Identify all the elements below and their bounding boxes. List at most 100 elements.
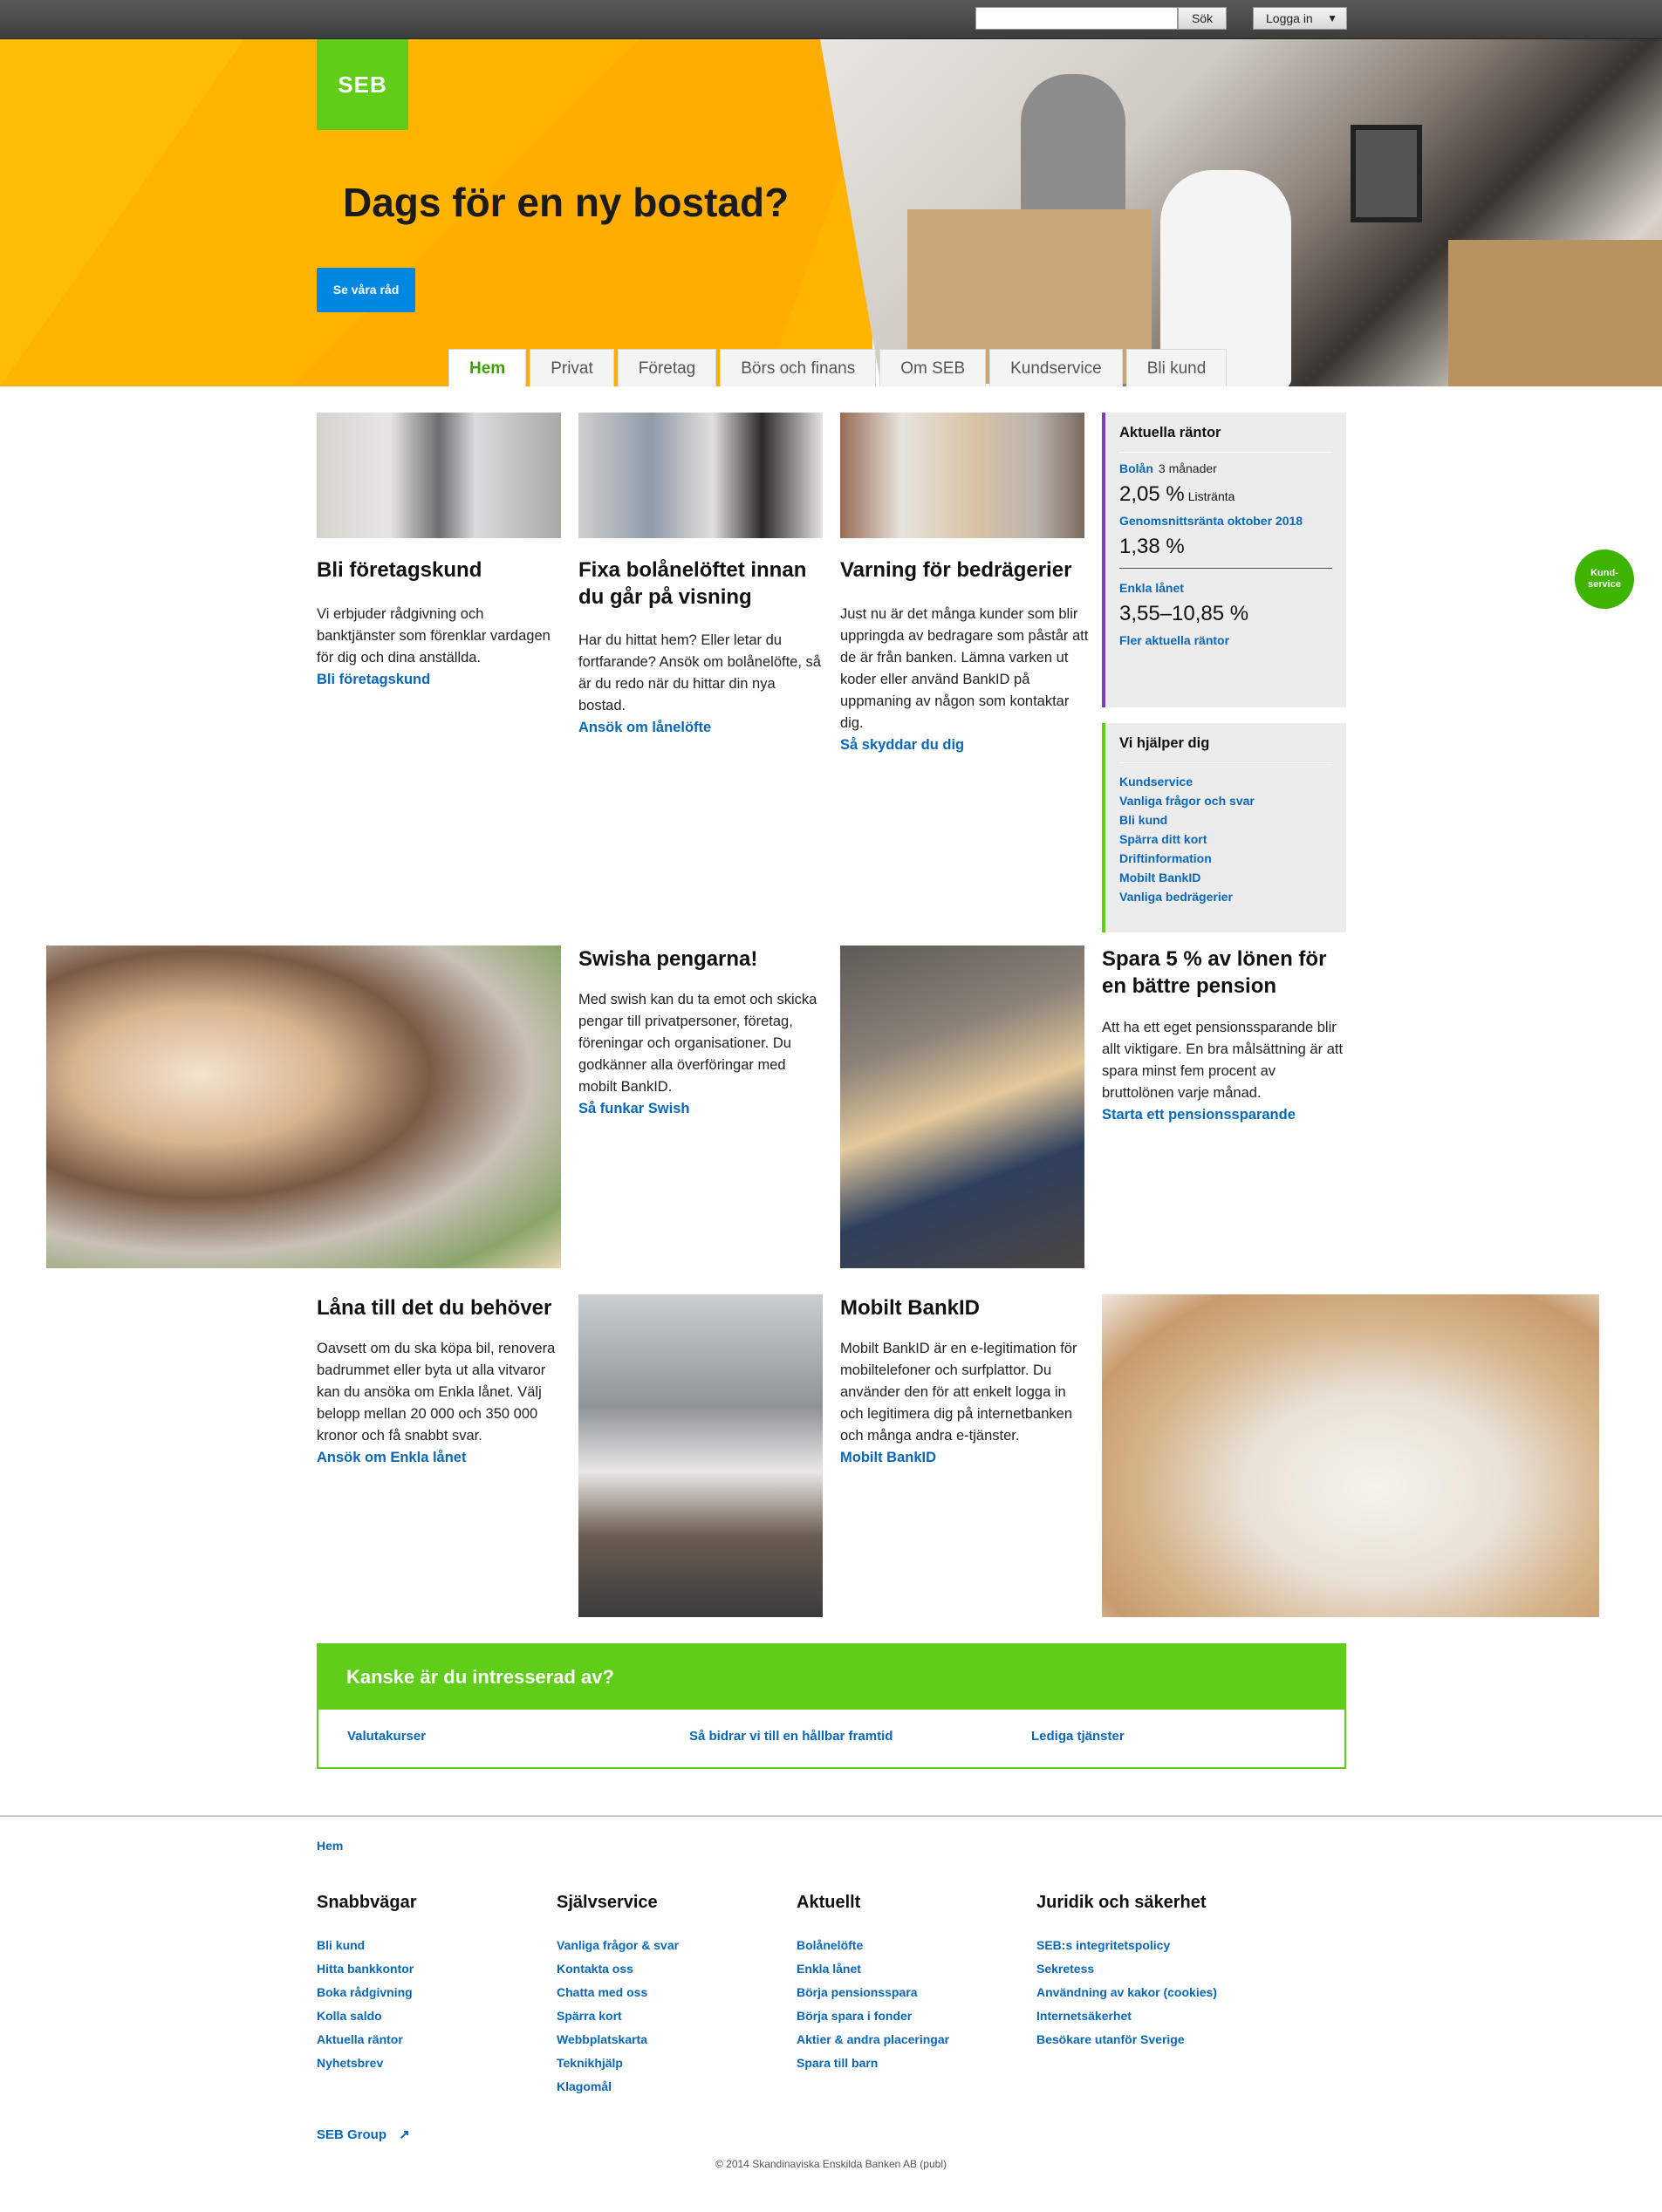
photo-frame bbox=[1351, 125, 1422, 222]
card-body: Mobilt BankID är en e-legitimation för m… bbox=[840, 1338, 1084, 1469]
footer-link[interactable]: Kontakta oss bbox=[557, 1957, 679, 1981]
help-link-faq[interactable]: Vanliga frågor och svar bbox=[1119, 791, 1332, 810]
footer-column-aktuellt: Aktuellt Bolånelöfte Enkla lånet Börja p… bbox=[797, 1893, 949, 2075]
footer-link[interactable]: Internetsäkerhet bbox=[1036, 2004, 1217, 2028]
card-link[interactable]: Ansök om Enkla lånet bbox=[317, 1447, 561, 1469]
rate-bolan-term: 3 månader bbox=[1158, 461, 1217, 475]
footer-link[interactable]: Hitta bankkontor bbox=[317, 1957, 416, 1981]
card-image-business bbox=[317, 413, 561, 538]
help-link-driftinformation[interactable]: Driftinformation bbox=[1119, 849, 1332, 868]
rate-bolan-unit: Listränta bbox=[1187, 489, 1235, 503]
tab-bli-kund[interactable]: Bli kund bbox=[1125, 349, 1228, 386]
tab-privat[interactable]: Privat bbox=[530, 349, 614, 386]
seb-group-link[interactable]: SEB Group ↗ bbox=[317, 2127, 410, 2142]
footer-link[interactable]: Spara till barn bbox=[797, 2052, 949, 2075]
help-link-kundservice[interactable]: Kundservice bbox=[1119, 772, 1332, 791]
photo-box bbox=[1448, 240, 1662, 386]
footer-link[interactable]: Klagomål bbox=[557, 2075, 679, 2099]
footer-link[interactable]: Spärra kort bbox=[557, 2004, 679, 2028]
card-body: Vi erbjuder rådgivning och banktjänster … bbox=[317, 604, 561, 691]
rate-average-link[interactable]: Genomsnittsränta oktober 2018 bbox=[1119, 514, 1303, 528]
search-button[interactable]: Sök bbox=[1178, 7, 1227, 30]
tab-hem[interactable]: Hem bbox=[448, 349, 527, 386]
search-input[interactable] bbox=[975, 7, 1178, 30]
login-button[interactable]: Logga in ▼ bbox=[1253, 7, 1347, 30]
card-body: Har du hittat hem? Eller letar du fortfa… bbox=[578, 630, 823, 739]
footer-link[interactable]: Bli kund bbox=[317, 1934, 416, 1957]
rates-panel: Aktuella räntor Bolån 3 månader 2,05 % Lis… bbox=[1102, 413, 1346, 707]
hero-photo bbox=[820, 39, 1662, 386]
rate-enkla-link[interactable]: Enkla lånet bbox=[1119, 581, 1184, 595]
customer-service-bubble[interactable]: Kund-service bbox=[1575, 550, 1634, 609]
more-rates-link[interactable]: Fler aktuella räntor bbox=[1119, 633, 1229, 647]
card-title: Låna till det du behöver bbox=[317, 1296, 552, 1320]
rate-enkla-value: 3,55–10,85 % bbox=[1119, 602, 1249, 625]
card-link[interactable]: Så skyddar du dig bbox=[840, 734, 1089, 756]
footer-link[interactable]: Enkla lånet bbox=[797, 1957, 949, 1981]
card-image-cafe bbox=[578, 413, 823, 538]
help-link-fraud[interactable]: Vanliga bedrägerier bbox=[1119, 887, 1332, 906]
rates-heading: Aktuella räntor bbox=[1119, 425, 1332, 453]
help-link-block-card[interactable]: Spärra ditt kort bbox=[1119, 830, 1332, 849]
footer-link[interactable]: Besökare utanför Sverige bbox=[1036, 2028, 1217, 2052]
login-label: Logga in bbox=[1266, 11, 1313, 25]
card-link[interactable]: Så funkar Swish bbox=[578, 1098, 823, 1120]
tab-om-seb[interactable]: Om SEB bbox=[879, 349, 987, 386]
seb-logo[interactable]: SEB bbox=[317, 39, 408, 130]
footer-column-sjalvservice: Självservice Vanliga frågor & svar Konta… bbox=[557, 1893, 679, 2099]
card-body: Med swish kan du ta emot och skicka peng… bbox=[578, 989, 823, 1120]
footer-link[interactable]: Börja spara i fonder bbox=[797, 2004, 949, 2028]
footer-link[interactable]: Sekretess bbox=[1036, 1957, 1217, 1981]
footer-column-title: Juridik och säkerhet bbox=[1036, 1893, 1207, 1912]
card-title: Spara 5 % av lönen för en bättre pension bbox=[1102, 947, 1327, 998]
rate-value: 2,05 % Listränta bbox=[1119, 482, 1332, 507]
footer-link[interactable]: Vanliga frågor & svar bbox=[557, 1934, 679, 1957]
divider bbox=[1119, 568, 1332, 569]
footer-link[interactable]: Webbplatskarta bbox=[557, 2028, 679, 2052]
card-text: Vi erbjuder rådgivning och banktjänster … bbox=[317, 606, 551, 666]
card-body: Oavsett om du ska köpa bil, renovera bad… bbox=[317, 1338, 561, 1469]
help-panel: Vi hjälper dig Kundservice Vanliga frågo… bbox=[1102, 723, 1346, 932]
interest-link-jobs[interactable]: Lediga tjänster bbox=[1031, 1729, 1125, 1744]
interest-box: Kanske är du intresserad av? Valutakurse… bbox=[317, 1643, 1346, 1769]
card-text: Mobilt BankID är en e-legitimation för m… bbox=[840, 1341, 1077, 1444]
interest-link-hallbar[interactable]: Så bidrar vi till en hållbar framtid bbox=[689, 1729, 893, 1744]
footer-link[interactable]: Kolla saldo bbox=[317, 2004, 416, 2028]
footer-link[interactable]: Aktuella räntor bbox=[317, 2028, 416, 2052]
card-image-loan bbox=[578, 1294, 823, 1617]
hero-cta-button[interactable]: Se våra råd bbox=[317, 268, 415, 312]
tab-bors-och-finans[interactable]: Börs och finans bbox=[720, 349, 877, 386]
footer-link[interactable]: Teknikhjälp bbox=[557, 2052, 679, 2075]
help-link-bli-kund[interactable]: Bli kund bbox=[1119, 810, 1332, 830]
footer-link[interactable]: Nyhetsbrev bbox=[317, 2052, 416, 2075]
hero-banner: SEB Dags för en ny bostad? Se våra råd bbox=[0, 39, 1662, 386]
card-text: Med swish kan du ta emot och skicka peng… bbox=[578, 992, 817, 1095]
tab-kundservice[interactable]: Kundservice bbox=[989, 349, 1123, 386]
card-title: Bli företagskund bbox=[317, 558, 482, 582]
footer-link[interactable]: Bolånelöfte bbox=[797, 1934, 949, 1957]
footer-link[interactable]: Boka rådgivning bbox=[317, 1981, 416, 2004]
rate-average-value: 1,38 % bbox=[1119, 535, 1185, 558]
card-link[interactable]: Starta ett pensionssparande bbox=[1102, 1104, 1346, 1126]
footer-link[interactable]: Aktier & andra placeringar bbox=[797, 2028, 949, 2052]
card-link[interactable]: Bli företagskund bbox=[317, 669, 561, 691]
external-link-icon: ↗ bbox=[399, 2127, 410, 2142]
interest-link-valutakurser[interactable]: Valutakurser bbox=[347, 1729, 426, 1744]
footer-link[interactable]: Börja pensionsspara bbox=[797, 1981, 949, 2004]
footer-column-snabbvagar: Snabbvägar Bli kund Hitta bankkontor Bok… bbox=[317, 1893, 416, 2075]
help-link-mobilt-bankid[interactable]: Mobilt BankID bbox=[1119, 868, 1332, 887]
card-title: Mobilt BankID bbox=[840, 1296, 980, 1320]
card-body: Att ha ett eget pensionssparande blir al… bbox=[1102, 1017, 1346, 1126]
hero-title: Dags för en ny bostad? bbox=[343, 180, 790, 225]
card-body: Just nu är det många kunder som blir upp… bbox=[840, 604, 1089, 756]
footer-link[interactable]: Chatta med oss bbox=[557, 1981, 679, 2004]
footer-link[interactable]: Användning av kakor (cookies) bbox=[1036, 1981, 1217, 2004]
card-link[interactable]: Mobilt BankID bbox=[840, 1447, 1084, 1469]
card-link[interactable]: Ansök om lånelöfte bbox=[578, 717, 823, 739]
tab-foretag[interactable]: Företag bbox=[617, 349, 717, 386]
copyright: © 2014 Skandinaviska Enskilda Banken AB … bbox=[715, 2158, 947, 2170]
breadcrumb[interactable]: Hem bbox=[317, 1839, 343, 1853]
rate-bolan-value: 2,05 % bbox=[1119, 482, 1185, 506]
footer-link[interactable]: SEB:s integritetspolicy bbox=[1036, 1934, 1217, 1957]
rate-bolan-link[interactable]: Bolån bbox=[1119, 461, 1153, 475]
